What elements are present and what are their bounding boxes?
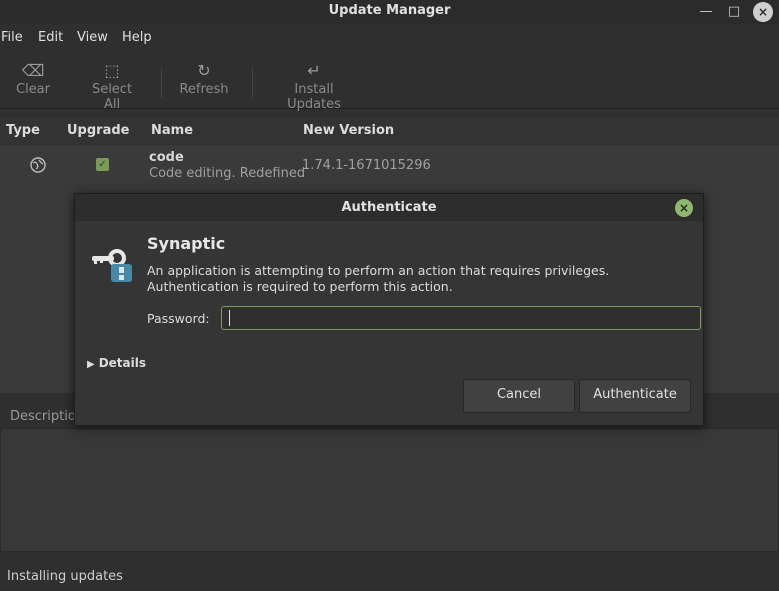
close-button[interactable]: × [753, 2, 773, 22]
globe-icon [30, 157, 46, 173]
authenticate-button[interactable]: Authenticate [579, 379, 691, 413]
password-label: Password: [147, 311, 210, 326]
window-titlebar: Update Manager — □ × [0, 0, 779, 24]
dialog-message: An application is attempting to perform … [147, 263, 610, 294]
refresh-button[interactable]: ↻ Refresh [179, 60, 229, 97]
install-updates-button[interactable]: ↵ Install Updates [266, 60, 362, 112]
menu-bar: File Edit View Help [0, 28, 779, 50]
toolbar-separator [252, 68, 253, 98]
toolbar-separator [161, 68, 162, 98]
details-expander[interactable]: ▶ Details [87, 356, 146, 370]
install-updates-label: Install Updates [287, 82, 341, 112]
description-panel [0, 428, 779, 552]
select-all-label: Select All [91, 82, 133, 112]
package-description: Code editing. Redefined [149, 166, 306, 181]
menu-help[interactable]: Help [122, 30, 152, 45]
dialog-title: Authenticate [75, 194, 703, 221]
column-upgrade[interactable]: Upgrade [67, 123, 129, 138]
clear-button[interactable]: ⌫ Clear [16, 60, 50, 97]
backspace-icon: ⌫ [21, 61, 45, 80]
text-cursor [229, 310, 230, 326]
status-text: Installing updates [7, 569, 123, 584]
menu-view[interactable]: View [77, 30, 108, 45]
toolbar: ⌫ Clear ⬚ Select All ↻ Refresh ↵ Install… [0, 56, 779, 112]
package-name: code [149, 150, 184, 165]
select-all-icon: ⬚ [104, 61, 120, 80]
minimize-button[interactable]: — [696, 2, 716, 22]
details-label: Details [98, 356, 147, 370]
password-field[interactable] [221, 306, 701, 330]
app-name: Synaptic [147, 234, 226, 253]
authenticate-dialog: Authenticate × Synaptic An application i… [74, 193, 704, 426]
cancel-button[interactable]: Cancel [463, 379, 575, 413]
upgrade-checkbox[interactable]: ✓ [96, 158, 109, 171]
enter-arrow-icon: ↵ [307, 61, 321, 80]
maximize-button[interactable]: □ [724, 2, 744, 22]
package-version: 1.74.1-1671015296 [302, 158, 431, 173]
triangle-right-icon: ▶ [87, 359, 95, 370]
tab-description[interactable]: Description [10, 409, 84, 424]
column-name[interactable]: Name [151, 123, 193, 138]
clear-label: Clear [16, 82, 50, 97]
refresh-icon: ↻ [197, 61, 211, 80]
key-lock-icon [92, 249, 132, 282]
menu-edit[interactable]: Edit [38, 30, 63, 45]
window-title: Update Manager [328, 3, 451, 18]
column-new-version[interactable]: New Version [303, 123, 394, 138]
column-header: Type Upgrade Name New Version [0, 118, 779, 144]
select-all-button[interactable]: ⬚ Select All [82, 60, 142, 112]
dialog-close-button[interactable]: × [675, 199, 693, 217]
menu-file[interactable]: File [1, 30, 23, 45]
refresh-label: Refresh [179, 82, 229, 97]
column-type[interactable]: Type [6, 123, 40, 138]
table-row[interactable]: ✓ code Code editing. Redefined 1.74.1-16… [0, 145, 779, 187]
